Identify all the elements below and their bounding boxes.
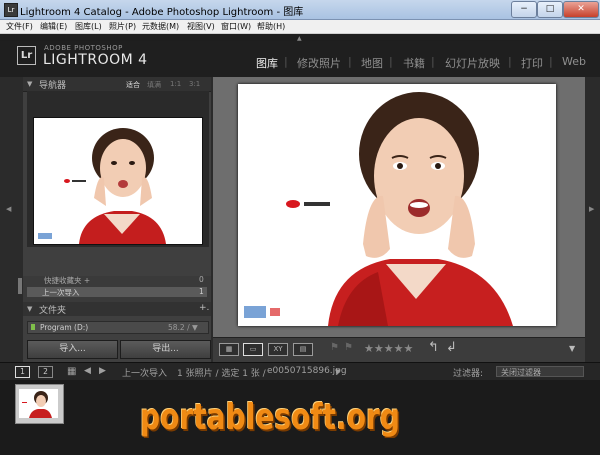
maximize-button[interactable]: □ [537,1,563,18]
panel-scrollbar[interactable] [18,278,22,294]
collapse-left-icon: ◀ [6,205,12,213]
minimize-button[interactable]: − [511,1,537,18]
menu-bar: 文件(F) 编辑(E) 图库(L) 照片(P) 元数据(M) 视图(V) 窗口(… [0,20,600,34]
module-separator: | [389,55,393,68]
zoom-fill[interactable]: 填满 [147,80,161,90]
survey-view-icon[interactable]: ▤ [293,343,313,356]
menu-edit[interactable]: 编辑(E) [40,21,67,32]
volume-item[interactable]: Program (D:) 58.2 / ▼ [27,321,209,334]
volume-size: 58.2 / ▼ [168,323,198,332]
screen-2-button[interactable]: 2 [38,366,53,378]
right-panel-toggle[interactable]: ▶ [585,77,600,362]
filename-dropdown-icon[interactable]: ▼ [335,368,340,376]
menu-library[interactable]: 图库(L) [75,21,102,32]
folders-title: 文件夹 [39,306,67,316]
module-print[interactable]: 打印 [521,55,543,71]
collapse-right-icon: ▶ [589,205,595,213]
volume-name: Program (D:) [40,323,89,332]
module-separator: | [549,55,553,68]
rotate-right-icon[interactable]: ↲ [446,340,457,355]
filter-select[interactable]: 关闭过滤器 [496,366,584,377]
back-arrow-icon[interactable]: ◀ [84,366,91,376]
module-web[interactable]: Web [562,55,586,68]
navigator-preview-image[interactable] [33,117,203,245]
module-separator: | [431,55,435,68]
source-label[interactable]: 上一次导入 [122,366,167,379]
loupe-view-icon[interactable]: ▭ [243,343,263,356]
module-separator: | [284,55,288,68]
app-icon: Lr [4,3,18,17]
navigator-title: 导航器 [39,81,67,91]
brand-subtitle: ADOBE PHOTOSHOP [44,44,123,52]
selection-info: 1 张照片 / 选定 1 张 / [177,369,266,379]
zoom-1-1[interactable]: 1:1 [170,80,181,88]
watermark-text: portablesoft.org [140,397,400,438]
rotate-left-icon[interactable]: ↰ [428,340,439,355]
volume-status-icon [31,324,35,330]
expand-triangle-icon: ▼ [27,80,33,88]
screen-1-button[interactable]: 1 [15,366,30,378]
top-panel-toggle[interactable]: ▲ [0,34,600,42]
quick-collection-item[interactable]: 快捷收藏夹 + [44,275,90,286]
lightroom-logo: Lr [17,46,36,65]
forward-arrow-icon[interactable]: ▶ [99,366,106,376]
module-library[interactable]: 图库 [256,55,278,71]
filter-label: 过滤器: [453,369,484,379]
compare-view-icon[interactable]: XY [268,343,288,356]
menu-window[interactable]: 窗口(W) [221,21,251,32]
menu-file[interactable]: 文件(F) [6,21,33,32]
filmstrip-thumbnail[interactable] [19,389,58,418]
module-develop[interactable]: 修改照片 [297,55,341,71]
quick-collection-count: 0 [199,275,204,284]
previous-import-label: 上一次导入 [42,288,80,297]
import-button[interactable]: 导入... [27,340,118,359]
zoom-fit[interactable]: 适合 [126,80,140,90]
module-map[interactable]: 地图 [361,55,383,71]
portrait-image [34,118,202,244]
flag-icon[interactable]: ⚑ [330,342,339,353]
close-button[interactable]: ✕ [563,1,599,18]
brand-title: LIGHTROOM 4 [43,52,148,68]
main-photo[interactable] [238,84,556,326]
module-book[interactable]: 书籍 [403,55,425,71]
window-title: Lightroom 4 Catalog - Adobe Photoshop Li… [20,7,304,18]
expand-triangle-icon: ▼ [27,305,33,313]
reject-flag-icon[interactable]: ⚑ [344,342,353,353]
left-panel-toggle[interactable]: ◀ [0,77,23,362]
module-separator: | [508,55,512,68]
menu-photo[interactable]: 照片(P) [109,21,136,32]
menu-help[interactable]: 帮助(H) [257,21,285,32]
module-slideshow[interactable]: 幻灯片放映 [445,55,500,71]
folders-header[interactable]: ▼ 文件夹 +. [23,302,211,316]
navigator-header[interactable]: ▼ 导航器 [23,77,211,92]
grid-view-icon[interactable]: ▦ [219,343,239,356]
menu-metadata[interactable]: 元数据(M) [142,21,179,32]
identity-plate: Lr ADOBE PHOTOSHOP LIGHTROOM 4 图库 | 修改照片… [0,41,600,77]
title-bar[interactable]: Lr Lightroom 4 Catalog - Adobe Photoshop… [0,0,600,20]
add-folder-icon[interactable]: +. [199,303,209,313]
portrait-image [19,389,58,418]
menu-view[interactable]: 视图(V) [187,21,215,32]
previous-import-count: 1 [199,287,204,296]
export-button[interactable]: 导出... [120,340,211,359]
module-separator: | [348,55,352,68]
star-rating[interactable]: ★★★★★ [364,342,413,355]
grid-icon[interactable]: ▦ [67,366,76,377]
portrait-image [238,84,556,326]
toolbar-menu-icon[interactable]: ▼ [569,344,575,353]
zoom-3-1[interactable]: 3:1 [189,80,200,88]
